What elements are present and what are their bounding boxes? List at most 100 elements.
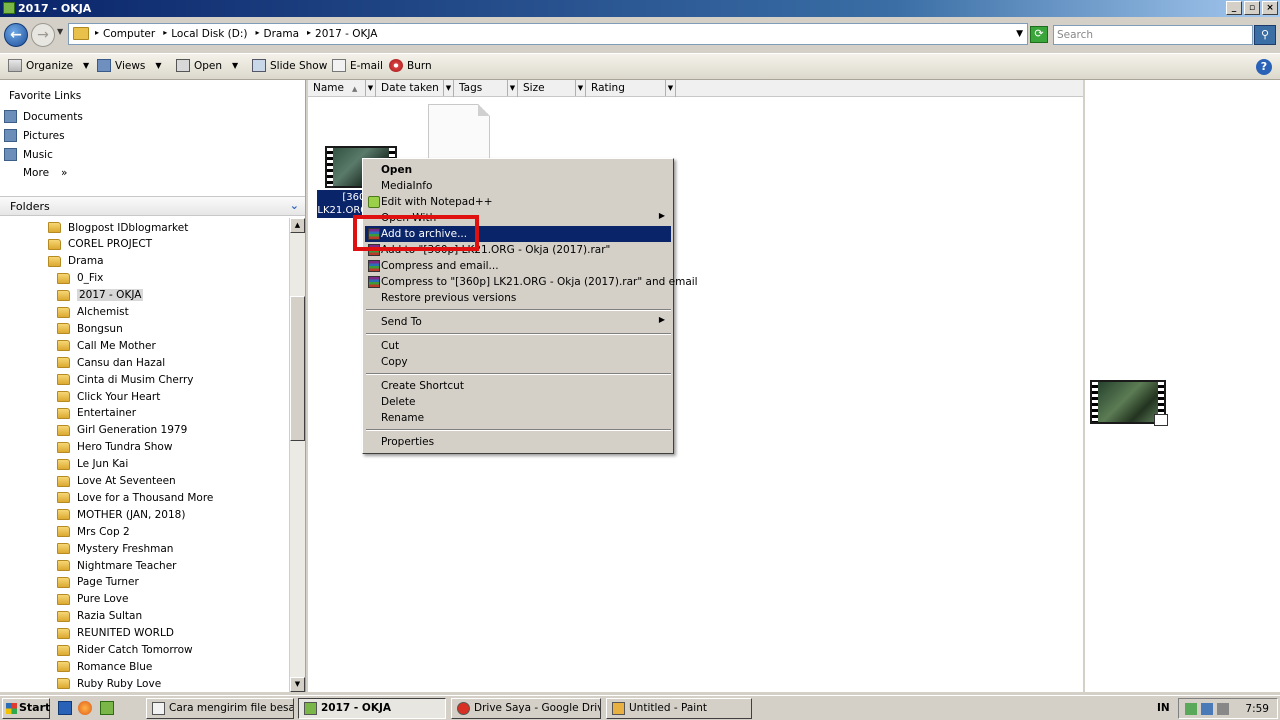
chevron-down-icon[interactable]: ▼ [365,80,375,96]
menu-item[interactable]: Cut [365,338,671,354]
chevron-down-icon[interactable]: ▼ [665,80,675,96]
views-button[interactable]: Views ▼ [97,59,162,72]
menu-item[interactable]: Delete [365,394,671,410]
folder-tree-item[interactable]: Bongsun [57,321,123,336]
taskbar-button[interactable]: Cara mengirim file besar ... [146,698,294,719]
folder-tree-item[interactable]: Romance Blue [57,659,152,674]
folder-tree-item[interactable]: Blogpost IDblogmarket [48,220,188,235]
folder-tree-item[interactable]: Mystery Freshman [57,541,173,556]
chevron-right-icon[interactable]: ▸ [256,28,260,40]
chevron-right-icon[interactable]: ▸ [95,28,99,40]
breadcrumb-drama[interactable]: Drama [264,28,300,40]
column-tags[interactable]: Tags ▼ [454,80,518,97]
recent-pages-dropdown[interactable]: ▼ [57,27,63,36]
search-input[interactable]: Search [1053,25,1253,45]
column-size[interactable]: Size ▼ [518,80,586,97]
chevron-right-icon[interactable]: ▸ [163,28,167,40]
show-desktop-icon[interactable] [58,701,72,715]
folder-tree-item[interactable]: Alchemist [57,305,129,320]
help-icon[interactable]: ? [1256,59,1272,75]
folder-tree-item[interactable]: Rider Catch Tomorrow [57,643,193,658]
scroll-thumb[interactable] [290,296,305,441]
folder-tree-item[interactable]: Mrs Cop 2 [57,524,130,539]
folder-tree-item[interactable]: Nightmare Teacher [57,558,176,573]
chevron-right-icon[interactable]: ▸ [307,28,311,40]
refresh-button[interactable]: ⟳ [1030,26,1048,43]
search-icon[interactable]: ⚲ [1254,25,1276,45]
folder-tree-item[interactable]: Girl Generation 1979 [57,423,187,438]
chevron-down-icon[interactable]: ▼ [1016,29,1023,39]
folder-tree-item[interactable]: Click Your Heart [57,389,160,404]
back-button[interactable]: ← [4,23,28,47]
organize-button[interactable]: Organize ▼ [8,59,89,72]
column-name[interactable]: Name ▲ ▼ [308,80,376,97]
network-icon[interactable] [1185,703,1197,715]
folder-tree-item[interactable]: Entertainer [57,406,136,421]
menu-item[interactable]: Open [365,162,671,178]
menu-item[interactable]: Copy [365,354,671,370]
folder-tree-scrollbar[interactable]: ▲ ▼ [289,218,305,692]
folder-tree-item[interactable]: Razia Sultan [57,609,142,624]
chevron-down-icon[interactable]: ▼ [443,80,453,96]
folder-tree-item[interactable]: MOTHER (JAN, 2018) [57,507,185,522]
folder-tree-item[interactable]: Page Turner [57,575,139,590]
folder-tree-item[interactable]: Love At Seventeen [57,474,176,489]
address-box[interactable]: ▸ Computer ▸ Local Disk (D:) ▸ Drama ▸ 2… [68,23,1028,45]
close-button[interactable]: × [1262,1,1278,15]
minimize-button[interactable]: _ [1226,1,1242,15]
burn-button[interactable]: Burn [389,59,432,72]
document-file-icon[interactable] [428,104,490,164]
scroll-down-button[interactable]: ▼ [290,677,305,692]
maximize-button[interactable]: ▫ [1244,1,1260,15]
menu-item[interactable]: MediaInfo [365,178,671,194]
folder-tree-item[interactable]: Cinta di Musim Cherry [57,372,194,387]
breadcrumb-local-disk[interactable]: Local Disk (D:) [171,28,247,40]
menu-item[interactable]: Restore previous versions [365,290,671,306]
firefox-icon[interactable] [78,701,92,715]
slideshow-button[interactable]: Slide Show [252,59,327,72]
favorite-more[interactable]: More » [23,167,67,179]
chevron-down-icon[interactable]: ▼ [575,80,585,96]
folder-tree-item[interactable]: Call Me Mother [57,338,156,353]
folder-tree-item[interactable]: Cansu dan Hazal [57,355,165,370]
menu-item[interactable]: Send To ▶ [365,314,671,330]
folder-tree-item[interactable]: Le Jun Kai [57,457,128,472]
menu-item[interactable]: Rename [365,410,671,426]
clock[interactable]: 7:59 [1245,703,1269,715]
taskbar-button[interactable]: Untitled - Paint [606,698,752,719]
menu-item[interactable]: Create Shortcut [365,378,671,394]
start-button[interactable]: Start [2,698,50,719]
folder-tree-item[interactable]: COREL PROJECT [48,237,152,252]
chevron-down-icon[interactable]: ⌄ [290,199,299,212]
menu-item[interactable]: Compress and email... [365,258,671,274]
open-button[interactable]: Open ▼ [176,59,238,72]
language-indicator[interactable]: IN [1157,702,1170,714]
folder-tree-item[interactable]: Pure Love [57,592,128,607]
taskbar-button[interactable]: 2017 - OKJA [298,698,446,719]
folder-tree-item[interactable]: Love for a Thousand More [57,490,213,505]
menu-item[interactable]: Properties [365,434,671,450]
chevron-down-icon[interactable]: ▼ [507,80,517,96]
folder-tree-item[interactable]: Drama [48,254,104,269]
favorite-documents[interactable]: Documents [4,110,83,123]
folder-tree-item[interactable]: Ruby Ruby Love [57,676,161,691]
menu-item[interactable]: Compress to "[360p] LK21.ORG - Okja (201… [365,274,698,290]
forward-button[interactable]: → [31,23,55,47]
folder-tree-item[interactable]: 2017 - OKJA [57,288,144,303]
volume-icon[interactable] [1217,703,1229,715]
scroll-up-button[interactable]: ▲ [290,218,305,233]
column-date-taken[interactable]: Date taken ▼ [376,80,454,97]
folders-header[interactable]: Folders ⌄ [0,196,305,216]
folder-tree-item[interactable]: 0_Fix [57,271,103,286]
column-rating[interactable]: Rating ▼ [586,80,676,97]
favorite-pictures[interactable]: Pictures [4,129,65,142]
taskbar-button[interactable]: Drive Saya - Google Driv... [451,698,601,719]
menu-item[interactable]: Edit with Notepad++ [365,194,671,210]
display-icon[interactable] [1201,703,1213,715]
folder-tree-item[interactable]: REUNITED WORLD [57,626,174,641]
favorite-music[interactable]: Music [4,148,53,161]
email-button[interactable]: E-mail [332,59,383,72]
folder-tree-item[interactable]: Hero Tundra Show [57,440,172,455]
folder-shortcut-icon[interactable] [100,701,114,715]
breadcrumb-okja[interactable]: 2017 - OKJA [315,28,377,40]
